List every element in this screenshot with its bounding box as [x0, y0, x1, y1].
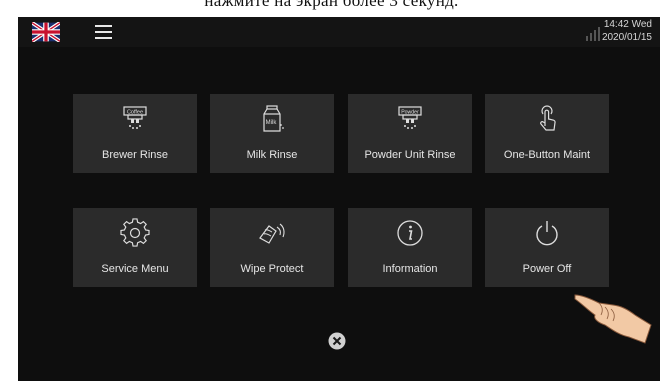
tile-label: Power Off	[522, 263, 572, 275]
tile-powder-unit-rinse[interactable]: Powder Powder Unit Rinse	[348, 94, 472, 173]
tile-power-off[interactable]: Power Off	[485, 208, 609, 287]
info-icon	[397, 220, 423, 246]
tile-milk-rinse[interactable]: Milk Milk Rinse	[210, 94, 334, 173]
tile-label: Wipe Protect	[240, 263, 304, 275]
menu-icon[interactable]	[95, 25, 112, 39]
milk-icon-text: Milk	[266, 120, 278, 126]
uk-flag-icon[interactable]	[32, 22, 60, 42]
tile-information[interactable]: Information	[348, 208, 472, 287]
tile-service-menu[interactable]: Service Menu	[73, 208, 197, 287]
clock-time: 14:42 Wed	[603, 19, 652, 30]
pointing-hand-icon	[574, 294, 652, 344]
tile-brewer-rinse[interactable]: Coffee Brewer Rinse	[73, 94, 197, 173]
status-bar: 14:42 Wed 2020/01/15	[18, 17, 660, 47]
gear-icon	[120, 218, 150, 247]
wipe-icon	[259, 223, 285, 244]
tile-label: Information	[382, 263, 438, 275]
tile-label: One-Button Maint	[503, 149, 591, 161]
tile-label: Service Menu	[101, 263, 169, 275]
tile-one-button-maint[interactable]: One-Button Maint	[485, 94, 609, 173]
tile-wipe-protect[interactable]: Wipe Protect	[210, 208, 334, 287]
clock: 14:42 Wed 2020/01/15	[602, 18, 652, 44]
milk-rinse-icon: Milk	[263, 105, 284, 132]
touch-icon	[540, 105, 556, 131]
powder-rinse-icon: Powder	[398, 106, 422, 129]
clock-date: 2020/01/15	[601, 32, 652, 43]
instruction-caption: нажмите на экран более 3 секунд.	[204, 0, 459, 10]
power-icon	[536, 221, 558, 246]
machine-screen: 14:42 Wed 2020/01/15 Coffee Brewer Rinse…	[18, 17, 660, 381]
tile-label: Brewer Rinse	[101, 149, 169, 161]
signal-icon	[586, 27, 600, 41]
tile-label: Milk Rinse	[246, 149, 298, 161]
tile-label: Powder Unit Rinse	[364, 149, 456, 161]
brewer-rinse-icon: Coffee	[123, 106, 147, 129]
close-icon[interactable]	[328, 332, 346, 350]
